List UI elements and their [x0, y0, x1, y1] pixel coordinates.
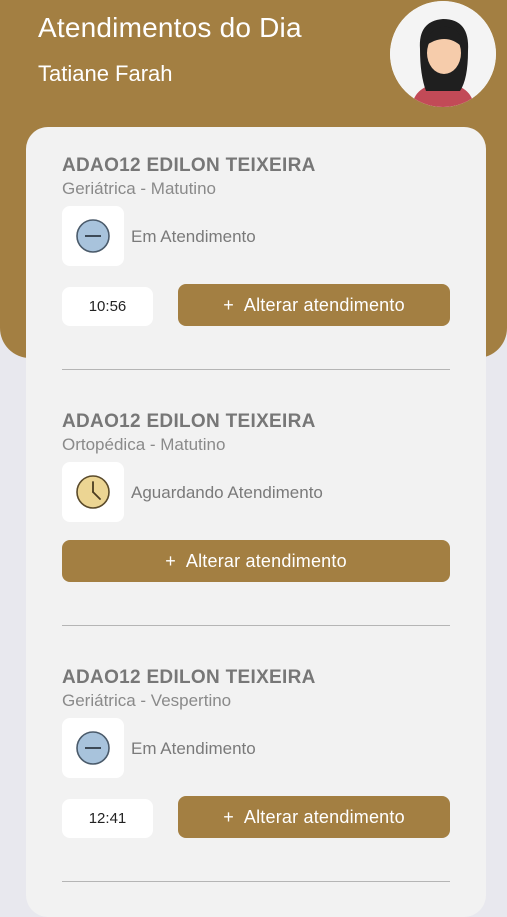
page-title: Atendimentos do Dia — [38, 12, 302, 43]
status-icon-box — [62, 718, 124, 778]
in-progress-icon — [76, 219, 110, 253]
clock-icon — [76, 475, 110, 509]
in-progress-icon — [76, 731, 110, 765]
status-icon-box — [62, 462, 124, 522]
appointments-card: ADAO12 EDILON TEIXEIRA Geriátrica - Matu… — [26, 127, 486, 917]
button-label: Alterar atendimento — [243, 806, 405, 827]
patient-name: ADAO12 EDILON TEIXEIRA — [62, 411, 316, 432]
divider — [62, 881, 450, 882]
appointment-item: ADAO12 EDILON TEIXEIRA Geriátrica - Vesp… — [26, 639, 486, 895]
alter-appointment-button[interactable]: + Alterar atendimento — [62, 540, 450, 582]
status-text: Aguardando Atendimento — [131, 483, 323, 502]
plus-icon: + — [223, 294, 234, 315]
specialty-shift: Geriátrica - Vespertino — [62, 691, 232, 710]
button-label: Alterar atendimento — [243, 294, 405, 315]
alter-appointment-button[interactable]: + Alterar atendimento — [178, 796, 450, 838]
button-label: Alterar atendimento — [185, 550, 347, 571]
time-badge: 10:56 — [62, 287, 153, 326]
plus-icon: + — [223, 806, 234, 827]
status-icon-box — [62, 206, 124, 266]
appointment-item: ADAO12 EDILON TEIXEIRA Ortopédica - Matu… — [26, 383, 486, 639]
appointment-item: ADAO12 EDILON TEIXEIRA Geriátrica - Matu… — [26, 127, 486, 383]
patient-name: ADAO12 EDILON TEIXEIRA — [62, 155, 316, 176]
status-text: Em Atendimento — [131, 739, 256, 758]
plus-icon: + — [165, 550, 176, 571]
divider — [62, 625, 450, 626]
patient-name: ADAO12 EDILON TEIXEIRA — [62, 667, 316, 688]
status-text: Em Atendimento — [131, 227, 256, 246]
alter-appointment-button[interactable]: + Alterar atendimento — [178, 284, 450, 326]
user-name: Tatiane Farah — [38, 61, 173, 86]
avatar[interactable] — [390, 1, 496, 107]
specialty-shift: Geriátrica - Matutino — [62, 179, 216, 198]
time-badge: 12:41 — [62, 799, 153, 838]
specialty-shift: Ortopédica - Matutino — [62, 435, 226, 454]
user-avatar-icon — [390, 1, 496, 107]
divider — [62, 369, 450, 370]
